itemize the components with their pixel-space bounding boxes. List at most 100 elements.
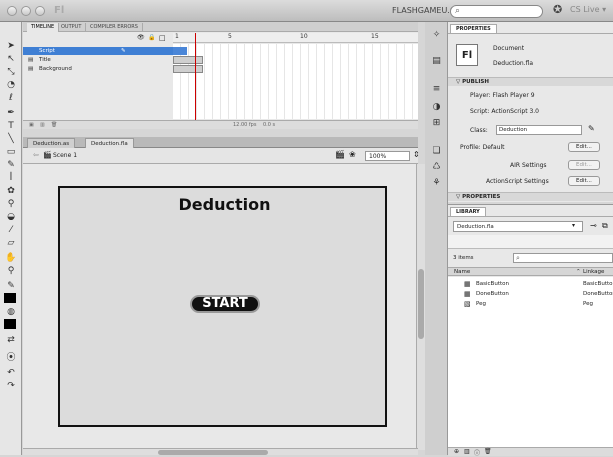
delete-icon[interactable]: 🗑 <box>484 448 492 455</box>
help-search-input[interactable]: ⌕ <box>450 5 543 18</box>
list-item[interactable]: ▧ Peg Peg <box>448 299 613 309</box>
class-input[interactable]: Deduction <box>496 125 582 135</box>
layer-row-script[interactable]: Script ✎ <box>23 47 173 55</box>
edit-air-button[interactable]: Edit... <box>568 160 600 170</box>
behaviors-icon[interactable]: ♺ <box>430 162 443 174</box>
layer-icon: ▤ <box>28 57 34 63</box>
tab-compiler-errors[interactable]: COMPILER ERRORS <box>86 23 143 32</box>
player-value: Flash Player 9 <box>492 92 535 99</box>
tab-library[interactable]: LIBRARY <box>450 207 486 216</box>
sync-settings-icon[interactable]: ✪ <box>553 3 565 16</box>
components-icon[interactable]: ❏ <box>430 146 443 158</box>
stage[interactable]: Deduction START <box>58 186 387 427</box>
3d-rotation-tool-icon[interactable]: ◔ <box>3 79 19 91</box>
edit-symbol-icon[interactable]: ❀ <box>349 150 356 159</box>
edit-profile-button[interactable]: Edit... <box>568 142 600 152</box>
keyframe[interactable] <box>173 65 203 73</box>
swap-colors-icon[interactable]: ⇄ <box>3 334 19 346</box>
frame-grid[interactable] <box>173 44 418 119</box>
transform-icon[interactable]: ⊞ <box>430 118 443 130</box>
zoom-stepper-icon[interactable]: ⇕ <box>413 150 420 159</box>
fill-color-icon[interactable]: ◍ <box>3 306 19 318</box>
zoom-window-button[interactable] <box>35 6 45 16</box>
align-icon[interactable]: ▤ <box>430 56 443 68</box>
name-column-header[interactable]: Name <box>454 268 470 276</box>
stage-title-text[interactable]: Deduction <box>60 195 389 214</box>
playhead[interactable] <box>195 33 196 120</box>
horizontal-scrollbar[interactable] <box>23 448 418 455</box>
hand-tool-icon[interactable]: ✋ <box>3 252 19 264</box>
new-layer-icon[interactable]: ▣ <box>29 121 34 130</box>
tab-timeline[interactable]: TIMELINE <box>27 23 60 32</box>
bone-tool-icon[interactable]: ⚲ <box>3 198 19 210</box>
text-tool-icon[interactable]: T <box>3 120 19 132</box>
edit-bar: ⇦ 🎬 Scene 1 🎬 ❀ 100% ⇕ <box>23 148 420 164</box>
new-folder-icon[interactable]: ▥ <box>464 448 470 455</box>
properties-icon[interactable]: ⓘ <box>474 448 480 457</box>
tab-output[interactable]: OUTPUT <box>57 23 87 32</box>
stroke-color-icon[interactable]: ✎ <box>3 280 19 292</box>
item-name: Peg <box>476 301 486 307</box>
close-window-button[interactable] <box>7 6 17 16</box>
pin-library-icon[interactable]: ⊸ <box>590 221 597 230</box>
layer-row-title[interactable]: ▤ Title <box>23 56 173 64</box>
edit-actionscript-button[interactable]: Edit... <box>568 176 600 186</box>
eyedropper-tool-icon[interactable]: ⁄ <box>3 224 19 236</box>
horizontal-scroll-thumb[interactable] <box>158 450 268 455</box>
new-symbol-icon[interactable]: ⊕ <box>454 448 459 455</box>
paint-bucket-tool-icon[interactable]: ◒ <box>3 211 19 223</box>
vertical-scrollbar[interactable] <box>416 164 425 450</box>
minimize-window-button[interactable] <box>21 6 31 16</box>
back-arrow-icon[interactable]: ⇦ <box>33 151 39 159</box>
zoom-tool-icon[interactable]: ⚲ <box>3 265 19 277</box>
lasso-tool-icon[interactable]: ℓ <box>3 92 19 104</box>
library-document-select[interactable]: Deduction.fla <box>453 221 583 232</box>
time-readout: 0.0 s <box>263 122 276 128</box>
title-bar: Fl FLASHGAMEU.COM ▾ ⌕ ✪ CS Live ▾ <box>0 0 613 22</box>
selection-tool-icon[interactable]: ➤ <box>3 40 19 52</box>
start-button[interactable]: START <box>190 295 260 313</box>
free-transform-tool-icon[interactable]: ⤡ <box>3 66 19 78</box>
vertical-scroll-thumb[interactable] <box>418 269 424 339</box>
linkage-column-header[interactable]: Linkage <box>583 268 604 276</box>
fill-color-swatch[interactable] <box>4 319 16 329</box>
new-folder-icon[interactable]: ▥ <box>40 121 45 130</box>
edit-scene-icon[interactable]: 🎬 <box>335 150 345 159</box>
new-library-panel-icon[interactable]: ⧉ <box>602 221 608 231</box>
zoom-select[interactable]: 100% <box>365 151 410 161</box>
motion-presets-icon[interactable]: ⚘ <box>430 178 443 190</box>
delete-layer-icon[interactable]: 🗑 <box>51 121 57 130</box>
lock-icon[interactable]: 🔒 <box>148 34 155 41</box>
show-hide-icon[interactable]: 👁 <box>137 34 145 41</box>
subselection-tool-icon[interactable]: ↖ <box>3 53 19 65</box>
rectangle-tool-icon[interactable]: ▭ <box>3 146 19 158</box>
library-search-input[interactable]: ⌕ <box>513 253 613 263</box>
line-tool-icon[interactable]: ╲ <box>3 133 19 145</box>
list-item[interactable]: ▦ BasicButton BasicButton <box>448 279 613 289</box>
cs-live-menu[interactable]: CS Live ▾ <box>570 5 606 14</box>
smooth-icon[interactable]: ↶ <box>3 367 19 379</box>
properties-section-header[interactable]: ▽ PROPERTIES <box>448 192 613 201</box>
layer-row-background[interactable]: ▤ Background <box>23 65 173 73</box>
outline-icon[interactable]: □ <box>159 34 166 42</box>
eraser-tool-icon[interactable]: ▱ <box>3 237 19 249</box>
list-item[interactable]: ▦ DoneButton DoneButton <box>448 289 613 299</box>
keyframe[interactable] <box>173 47 187 55</box>
tab-deduction-as[interactable]: Deduction.as <box>27 138 76 148</box>
info-icon[interactable]: ◑ <box>430 102 443 114</box>
color-icon[interactable]: ≡ <box>430 84 443 96</box>
motion-editor-icon[interactable]: ✧ <box>430 30 443 42</box>
edit-class-pencil-icon[interactable]: ✎ <box>588 124 595 133</box>
stroke-color-swatch[interactable] <box>4 293 16 303</box>
brush-tool-icon[interactable]: ꟾ <box>3 172 19 184</box>
tab-properties[interactable]: PROPERTIES <box>450 24 497 33</box>
tab-deduction-fla[interactable]: Deduction.fla <box>85 138 134 148</box>
pencil-tool-icon[interactable]: ✎ <box>3 159 19 171</box>
publish-section-header[interactable]: ▽ PUBLISH <box>448 77 613 86</box>
snap-to-objects-icon[interactable]: ⦿ <box>3 352 19 364</box>
frame-ruler[interactable]: 1 5 10 15 <box>173 33 418 43</box>
keyframe[interactable] <box>173 56 203 64</box>
straighten-icon[interactable]: ↷ <box>3 380 19 392</box>
pen-tool-icon[interactable]: ✒ <box>3 107 19 119</box>
deco-tool-icon[interactable]: ✿ <box>3 185 19 197</box>
